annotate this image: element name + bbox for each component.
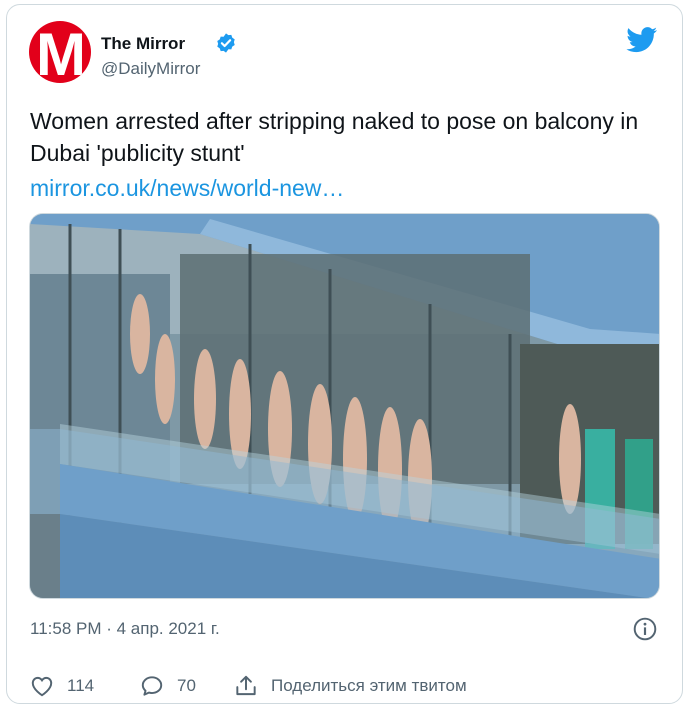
share-action[interactable]: Поделиться этим твитом <box>233 673 467 699</box>
reply-count: 70 <box>177 676 196 695</box>
twitter-bird-icon[interactable] <box>626 27 658 53</box>
like-action[interactable]: 114 <box>29 673 94 699</box>
balcony-photo-illustration <box>30 214 659 598</box>
avatar-logo-letter: M <box>36 21 86 84</box>
heart-icon <box>31 676 53 697</box>
tweet-card: M The Mirror @DailyMirror Women arrested… <box>6 4 683 704</box>
share-label: Поделиться этим твитом <box>271 676 467 695</box>
reply-action[interactable]: 70 <box>139 673 196 699</box>
author-handle[interactable]: @DailyMirror <box>101 59 200 79</box>
avatar[interactable]: M <box>29 21 91 83</box>
tweet-timestamp[interactable]: 11:58 PM · 4 апр. 2021 г. <box>30 619 220 639</box>
author-name[interactable]: The Mirror <box>101 34 185 54</box>
verified-badge-icon <box>217 33 235 53</box>
tweet-actions: 114 70 Поделиться этим твитом <box>29 673 669 699</box>
share-icon <box>236 675 256 696</box>
info-icon[interactable] <box>632 616 658 642</box>
tweet-text: Women arrested after stripping naked to … <box>30 108 639 166</box>
like-count: 114 <box>67 676 95 695</box>
tweet-media-photo[interactable] <box>29 213 660 599</box>
tweet-link[interactable]: mirror.co.uk/news/world-new… <box>30 175 344 202</box>
reply-bubble-icon <box>141 676 163 696</box>
